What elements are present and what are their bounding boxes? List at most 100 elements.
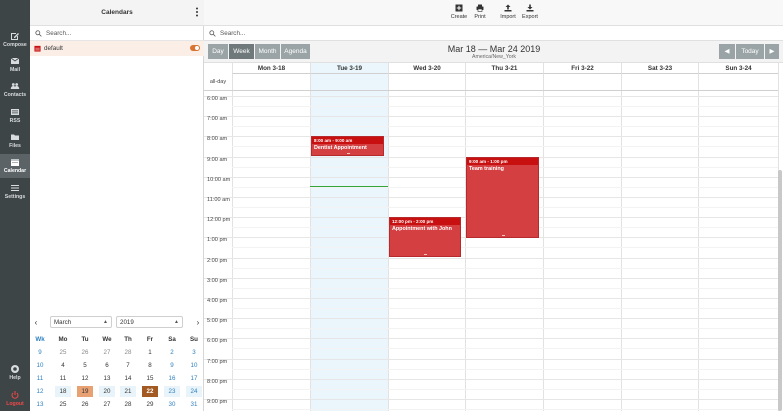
mini-calendar-day[interactable]: 12: [77, 373, 93, 384]
view-day-button[interactable]: Day: [208, 44, 228, 59]
day-header[interactable]: Sat 3-23: [621, 63, 698, 74]
week-number[interactable]: 13: [32, 399, 48, 410]
mini-calendar-day[interactable]: 17: [186, 373, 202, 384]
mini-calendar-day[interactable]: 16: [164, 373, 180, 384]
calendar-event[interactable]: 12:00 pm - 2:00 pm Appointment with John: [389, 217, 461, 257]
mini-calendar-day[interactable]: 5: [77, 360, 93, 371]
mini-calendar-day[interactable]: 9: [164, 360, 180, 371]
resize-handle[interactable]: [424, 254, 427, 255]
day-header[interactable]: Sun 3-24: [698, 63, 778, 74]
nav-rss[interactable]: RSS: [0, 104, 30, 128]
mini-calendar-day[interactable]: 29: [142, 399, 158, 410]
mini-calendar-day[interactable]: 26: [77, 347, 93, 358]
mini-calendar-day[interactable]: 13: [99, 373, 115, 384]
print-button[interactable]: Print: [469, 4, 491, 20]
mini-calendar-day[interactable]: 27: [99, 347, 115, 358]
mini-calendar-day[interactable]: 23: [164, 386, 180, 397]
nav-settings[interactable]: Settings: [0, 180, 30, 204]
nav-help[interactable]: Help: [0, 361, 30, 385]
mini-calendar-day[interactable]: 3: [186, 347, 202, 358]
week-number[interactable]: 9: [32, 347, 48, 358]
mini-calendar-day[interactable]: 7: [120, 360, 136, 371]
view-month-button[interactable]: Month: [255, 44, 280, 59]
mini-calendar-day[interactable]: 28: [120, 347, 136, 358]
mini-calendar-day[interactable]: 19: [77, 386, 93, 397]
hour-line: [204, 96, 778, 97]
week-number[interactable]: 10: [32, 360, 48, 371]
half-hour-line: [232, 247, 778, 248]
main-search-input[interactable]: Search...: [220, 30, 245, 37]
mini-calendar-day[interactable]: 21: [120, 386, 136, 397]
event-title: Team training: [469, 166, 504, 172]
mini-next-month-icon[interactable]: ›: [194, 318, 202, 327]
mini-calendar-day[interactable]: 27: [99, 399, 115, 410]
mini-calendar-day[interactable]: 6: [99, 360, 115, 371]
nav-files[interactable]: Files: [0, 129, 30, 153]
day-header[interactable]: Thu 3-21: [465, 63, 543, 74]
mini-calendar-day[interactable]: 26: [77, 399, 93, 410]
create-button[interactable]: Create: [448, 4, 470, 20]
day-header[interactable]: Fri 3-22: [543, 63, 621, 74]
week-number[interactable]: 12: [32, 386, 48, 397]
current-time-indicator: [310, 186, 388, 187]
calendar-event[interactable]: 9:00 am - 1:00 pm Team training: [466, 157, 539, 238]
nav-contacts[interactable]: Contacts: [0, 78, 30, 102]
main-search[interactable]: Search...: [204, 26, 783, 41]
calendar-event[interactable]: 8:00 am - 9:00 am Dentist Appointment: [311, 136, 384, 156]
mini-prev-month-icon[interactable]: ‹: [32, 318, 40, 327]
half-hour-line: [232, 409, 778, 410]
time-label: 1:00 pm: [207, 237, 228, 243]
view-week-button[interactable]: Week: [229, 44, 254, 59]
next-week-button[interactable]: ▶︎: [765, 44, 779, 59]
time-label: 10:00 am: [207, 177, 231, 183]
mini-calendar-day[interactable]: 8: [142, 360, 158, 371]
time-label: 9:00 pm: [207, 399, 228, 405]
month-select[interactable]: March ▲︎: [50, 316, 112, 328]
mini-calendar-day[interactable]: 25: [55, 399, 71, 410]
year-select[interactable]: 2019 ▲︎: [116, 316, 183, 328]
mini-calendar-day[interactable]: 18: [55, 386, 71, 397]
nav-mail[interactable]: Mail: [0, 53, 30, 77]
mini-calendar-day[interactable]: 31: [186, 399, 202, 410]
day-header[interactable]: Wed 3-20: [388, 63, 465, 74]
nav-compose[interactable]: Compose: [0, 28, 30, 52]
mini-calendar-day[interactable]: 2: [164, 347, 180, 358]
half-hour-line: [232, 389, 778, 390]
time-label: 7:00 am: [207, 116, 228, 122]
mini-calendar-day[interactable]: 1: [142, 347, 158, 358]
time-label: 7:00 pm: [207, 359, 228, 365]
resize-handle[interactable]: [501, 235, 505, 236]
mini-calendar-day[interactable]: 30: [164, 399, 180, 410]
import-button[interactable]: Import: [497, 4, 519, 20]
view-agenda-button[interactable]: Agenda: [281, 44, 310, 59]
day-header[interactable]: Mon 3-18: [232, 63, 310, 74]
resize-handle[interactable]: [346, 153, 350, 154]
mini-calendar-day[interactable]: 28: [120, 399, 136, 410]
mini-calendar-day[interactable]: 20: [99, 386, 115, 397]
export-button[interactable]: Export: [519, 4, 541, 20]
mini-calendar-day[interactable]: 24: [186, 386, 202, 397]
hour-line: [204, 116, 778, 117]
mini-calendar-day[interactable]: 15: [142, 373, 158, 384]
download-icon: [526, 4, 534, 12]
today-button[interactable]: Today: [736, 44, 764, 59]
mini-calendar-day[interactable]: 25: [55, 347, 71, 358]
day-header[interactable]: Tue 3-19: [310, 63, 388, 74]
calendar-list-item[interactable]: default: [30, 41, 204, 56]
mini-calendar-day[interactable]: 11: [55, 373, 71, 384]
prev-week-button[interactable]: ◀︎: [719, 44, 735, 59]
more-vertical-icon[interactable]: [194, 6, 200, 18]
mini-calendar-day[interactable]: 4: [55, 360, 71, 371]
mini-calendar-day[interactable]: 14: [120, 373, 136, 384]
nav-calendar[interactable]: Calendar: [0, 154, 30, 178]
mini-calendar: ‹ March ▲︎ 2019 ▲︎ › Wk Mo Tu We Th Fr Sa Su 9 25…: [30, 313, 204, 411]
nav-logout[interactable]: Logout: [0, 387, 30, 411]
sidebar-search-input[interactable]: Search...: [46, 30, 71, 37]
week-number[interactable]: 11: [32, 373, 48, 384]
mini-calendar-day[interactable]: 22: [142, 386, 158, 397]
mini-calendar-day[interactable]: 10: [186, 360, 202, 371]
grid-scrollbar[interactable]: [778, 170, 782, 411]
sidebar-search[interactable]: Search...: [30, 26, 204, 41]
weekday-header: Sa: [168, 336, 176, 343]
calendar-toggle[interactable]: [190, 45, 200, 51]
